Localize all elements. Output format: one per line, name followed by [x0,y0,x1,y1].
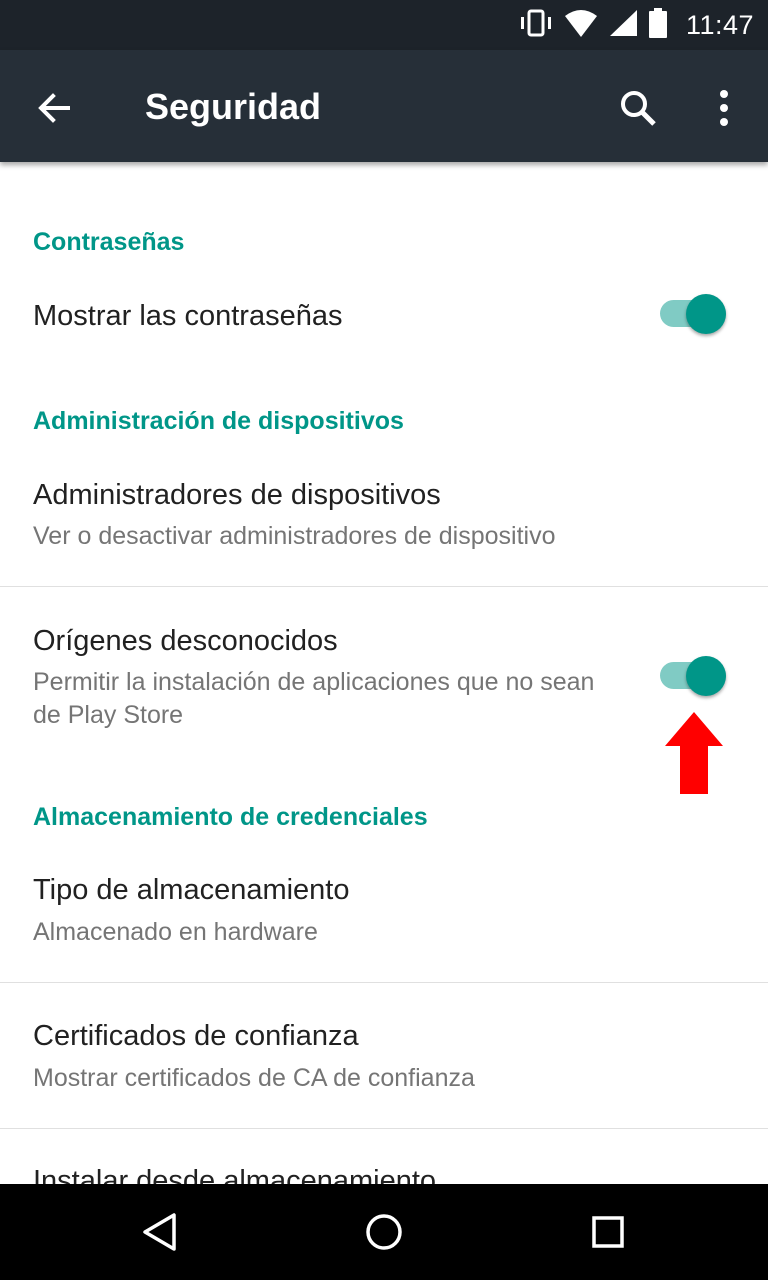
trusted-certs-title: Certificados de confianza [33,1020,359,1052]
signal-icon [608,8,638,43]
search-icon [621,91,656,126]
home-circle-icon [366,1214,402,1250]
more-options-button[interactable] [700,82,748,134]
install-from-storage-title: Instalar desde almacenamiento [33,1165,437,1184]
toggle-thumb [686,294,726,334]
device-admins-subtitle: Ver o desactivar administradores de disp… [33,522,556,550]
status-time: 11:47 [685,9,754,40]
nav-home-button[interactable] [360,1208,408,1256]
app-bar: Seguridad [0,50,768,162]
divider [0,1128,768,1129]
toggle-thumb [686,656,726,696]
battery-icon [648,7,668,43]
divider [0,586,768,587]
red-arrow-annotation [665,712,723,794]
back-triangle-icon [143,1213,176,1251]
search-button[interactable] [612,82,664,134]
section-header-passwords: Contraseñas [33,228,185,256]
more-vert-icon [720,90,728,126]
back-arrow-icon [38,93,70,123]
show-passwords-toggle[interactable] [658,292,730,336]
nav-recents-button[interactable] [584,1208,632,1256]
wifi-icon [564,8,598,43]
back-button[interactable] [30,84,78,132]
unknown-sources-subtitle: Permitir la instalación de aplicaciones … [33,668,595,729]
recents-square-icon [592,1216,624,1248]
nav-back-button[interactable] [136,1208,184,1256]
status-bar: 11:47 [0,0,768,50]
divider [0,982,768,983]
device-admins-title: Administradores de dispositivos [33,479,441,511]
storage-type-subtitle: Almacenado en hardware [33,918,318,946]
show-passwords-title: Mostrar las contraseñas [33,300,343,332]
page-title: Seguridad [145,86,322,127]
section-header-device-admin: Administración de dispositivos [33,407,404,435]
settings-list: Contraseñas Mostrar las contraseñas Admi… [0,162,768,1184]
unknown-sources-toggle[interactable] [658,654,730,698]
storage-type-title: Tipo de almacenamiento [33,874,350,906]
navigation-bar [0,1184,768,1280]
vibrate-icon [518,8,554,43]
section-header-credentials: Almacenamiento de credenciales [33,803,428,831]
status-icons: 11:47 [518,0,754,50]
unknown-sources-title: Orígenes desconocidos [33,625,338,657]
trusted-certs-subtitle: Mostrar certificados de CA de confianza [33,1064,475,1092]
